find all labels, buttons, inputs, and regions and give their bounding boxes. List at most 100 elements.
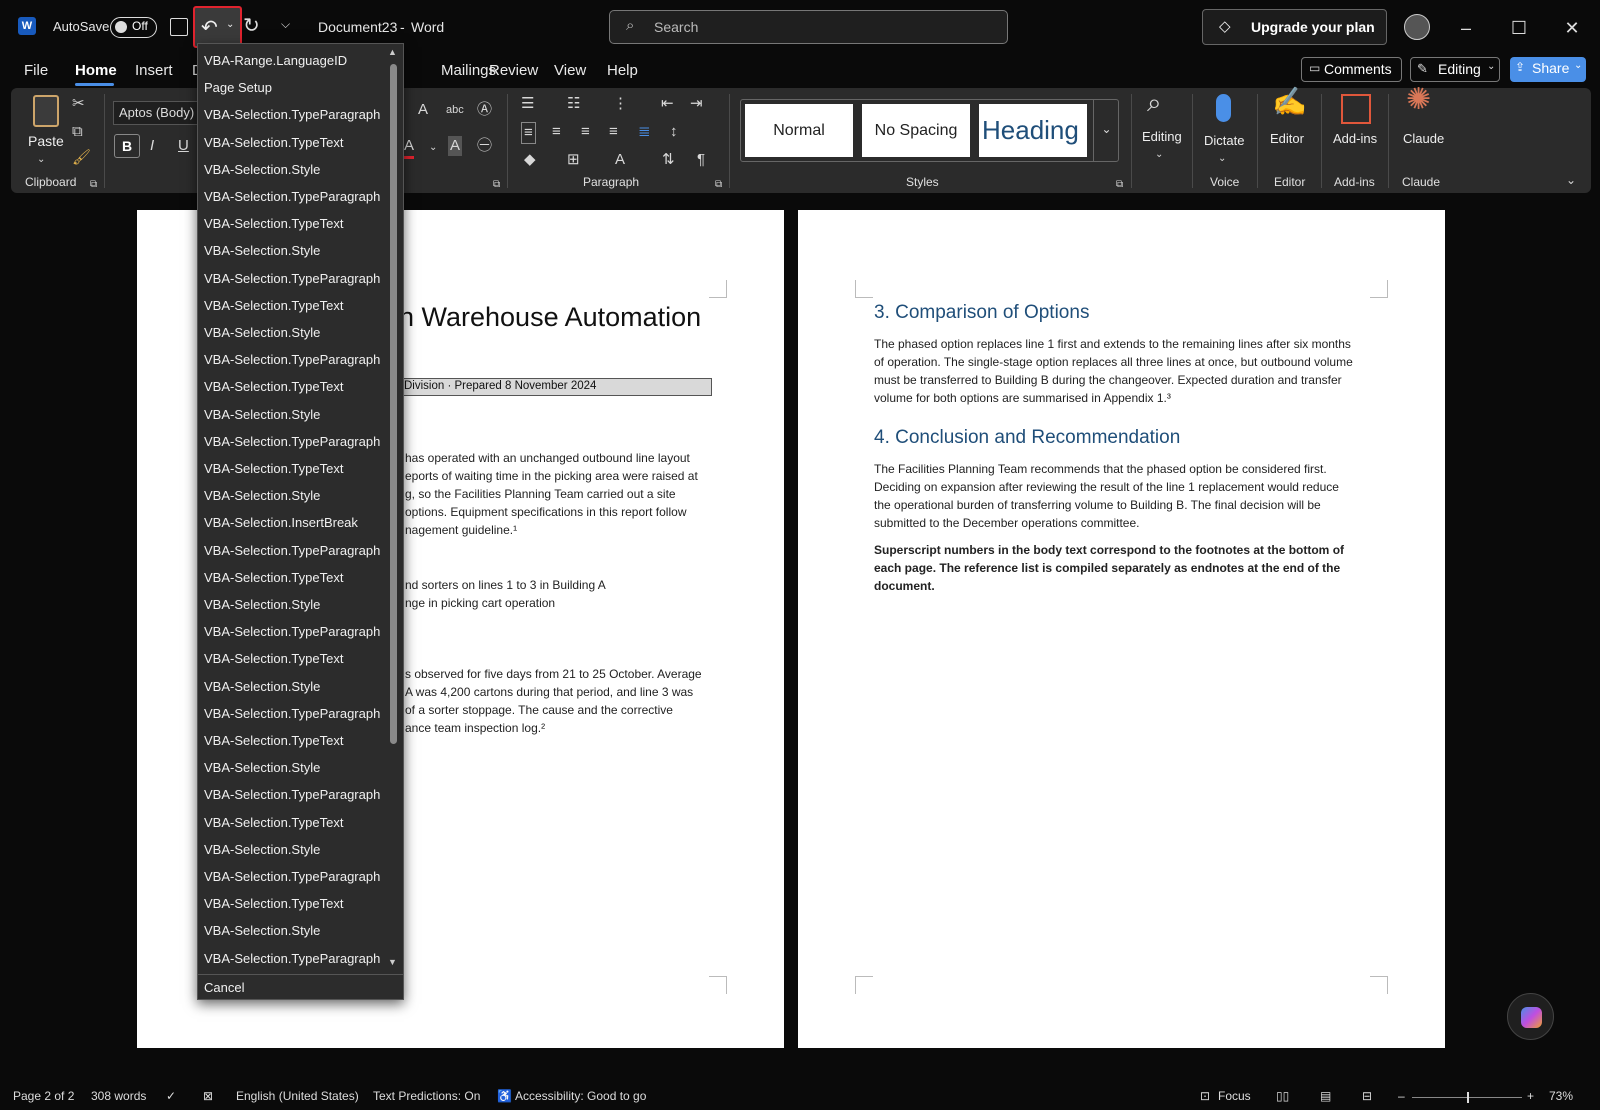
show-formatting-icon[interactable]: ¶	[697, 150, 705, 170]
undo-history-item[interactable]: VBA-Selection.TypeParagraph	[204, 786, 380, 804]
maximize-icon[interactable]: ☐	[1505, 14, 1533, 42]
microphone-icon[interactable]	[1216, 94, 1231, 122]
undo-history-item[interactable]: VBA-Selection.TypeText	[204, 215, 343, 233]
tab-help[interactable]: Help	[607, 60, 638, 82]
zoom-level[interactable]: 73%	[1549, 1089, 1573, 1103]
proofing-icon[interactable]: ✓	[166, 1089, 176, 1103]
customize-toolbar-icon[interactable]: ⌵	[281, 17, 290, 32]
italic-icon[interactable]: I	[150, 136, 154, 156]
addins-icon[interactable]	[1341, 94, 1371, 124]
zoom-in-icon[interactable]: +	[1527, 1089, 1534, 1103]
undo-history-item[interactable]: VBA-Selection.InsertBreak	[204, 514, 358, 532]
tab-file[interactable]: File	[24, 60, 48, 82]
decrease-indent-icon[interactable]: ⇤	[661, 94, 674, 114]
collapse-ribbon-icon[interactable]: ⌄	[1566, 170, 1576, 190]
copy-icon[interactable]: ⧉	[72, 122, 83, 142]
increase-indent-icon[interactable]: ⇥	[690, 94, 703, 114]
distributed-icon[interactable]: ≣	[638, 122, 651, 142]
tab-view[interactable]: View	[554, 60, 586, 82]
undo-history-item[interactable]: VBA-Selection.Style	[204, 759, 320, 777]
scrollbar[interactable]: ▲ ▼	[384, 44, 402, 974]
editor-icon[interactable]: ✍	[1272, 88, 1307, 116]
bold-button[interactable]: B	[114, 134, 140, 158]
undo-history-item[interactable]: VBA-Selection.TypeText	[204, 134, 343, 152]
font-color-icon[interactable]: A	[404, 136, 415, 159]
undo-history-item[interactable]: VBA-Selection.TypeParagraph	[204, 351, 380, 369]
chevron-down-icon[interactable]: ⌄	[1155, 145, 1163, 165]
language-status[interactable]: English (United States)	[236, 1089, 359, 1103]
paste-icon[interactable]	[33, 95, 59, 127]
word-count[interactable]: 308 words	[91, 1089, 146, 1103]
undo-history-item[interactable]: VBA-Range.LanguageID	[204, 52, 347, 70]
zoom-out-icon[interactable]: –	[1398, 1089, 1405, 1103]
scroll-down-icon[interactable]: ▼	[388, 957, 397, 967]
zoom-slider-thumb[interactable]	[1467, 1092, 1469, 1103]
undo-history-item[interactable]: VBA-Selection.TypeText	[204, 895, 343, 913]
addins-label[interactable]: Add-ins	[1333, 131, 1377, 146]
text-effects-icon[interactable]: A	[418, 100, 428, 120]
undo-history-item[interactable]: VBA-Selection.TypeParagraph	[204, 950, 380, 968]
undo-history-item[interactable]: VBA-Selection.TypeText	[204, 569, 343, 587]
claude-icon[interactable]: ✺	[1406, 85, 1431, 115]
chevron-down-icon[interactable]: ⌄	[1218, 149, 1226, 169]
undo-history-item[interactable]: VBA-Selection.Style	[204, 596, 320, 614]
underline-icon[interactable]: U	[178, 136, 189, 156]
undo-history-item[interactable]: VBA-Selection.Style	[204, 922, 320, 940]
undo-history-item[interactable]: VBA-Selection.TypeText	[204, 732, 343, 750]
save-icon[interactable]	[170, 18, 188, 36]
dialog-launcher-icon[interactable]: ⧉	[715, 175, 722, 195]
share-button[interactable]: ⇪ Share ⌄	[1510, 57, 1586, 82]
undo-history-item[interactable]: VBA-Selection.Style	[204, 242, 320, 260]
autosave-toggle[interactable]: Off	[110, 17, 157, 38]
redo-icon[interactable]: ↻	[243, 13, 260, 38]
chevron-down-icon[interactable]: ⌄	[429, 138, 437, 158]
borders-icon[interactable]: ⊞	[567, 150, 580, 170]
tab-mailings[interactable]: Mailings	[441, 60, 496, 82]
tab-review[interactable]: Review	[489, 60, 538, 82]
chevron-down-icon[interactable]: ⌄	[37, 150, 45, 170]
scrollbar-thumb[interactable]	[390, 64, 397, 744]
undo-history-item[interactable]: VBA-Selection.Style	[204, 678, 320, 696]
bullets-icon[interactable]: ☰	[521, 94, 534, 114]
macro-recording-icon[interactable]: ⊠	[203, 1089, 213, 1103]
undo-history-item[interactable]: VBA-Selection.Style	[204, 487, 320, 505]
format-painter-icon[interactable]: 🖌	[72, 148, 91, 168]
page-count[interactable]: Page 2 of 2	[13, 1089, 74, 1103]
paste-label[interactable]: Paste	[28, 133, 64, 149]
undo-history-item[interactable]: VBA-Selection.TypeText	[204, 297, 343, 315]
tab-insert[interactable]: Insert	[135, 60, 173, 82]
multilevel-list-icon[interactable]: ⋮	[613, 94, 628, 114]
enclose-characters-icon[interactable]: ㊀	[477, 136, 492, 156]
character-shading-icon[interactable]: A	[448, 136, 463, 156]
align-center-icon[interactable]: ≡	[552, 122, 561, 142]
zoom-slider[interactable]	[1412, 1092, 1522, 1103]
undo-history-item[interactable]: VBA-Selection.Style	[204, 841, 320, 859]
change-case-icon[interactable]: abc	[446, 100, 464, 120]
undo-history-item[interactable]: VBA-Selection.TypeParagraph	[204, 433, 380, 451]
style-heading-1[interactable]: Heading 1	[979, 104, 1087, 157]
editing-label[interactable]: Editing	[1142, 129, 1182, 144]
asian-layout-icon[interactable]: A	[615, 150, 625, 170]
justify-icon[interactable]: ≡	[609, 122, 618, 142]
cut-icon[interactable]: ✂	[72, 94, 85, 114]
undo-history-item[interactable]: VBA-Selection.TypeParagraph	[204, 868, 380, 886]
undo-history-item[interactable]: VBA-Selection.TypeParagraph	[204, 705, 380, 723]
text-predictions-status[interactable]: Text Predictions: On	[373, 1089, 480, 1103]
tab-home[interactable]: Home	[75, 60, 117, 82]
character-border-icon[interactable]: Ⓐ	[477, 100, 492, 120]
undo-history-item[interactable]: VBA-Selection.TypeText	[204, 650, 343, 668]
undo-button[interactable]: ↶ ⌄	[193, 6, 242, 48]
undo-history-item[interactable]: VBA-Selection.TypeParagraph	[204, 106, 380, 124]
upgrade-button[interactable]: ◇ Upgrade your plan	[1202, 9, 1387, 45]
search-box[interactable]: ⌕ Search	[609, 10, 1008, 44]
cancel-button[interactable]: Cancel	[204, 979, 244, 997]
close-icon[interactable]: ✕	[1558, 14, 1586, 42]
undo-history-item[interactable]: Page Setup	[204, 79, 272, 97]
styles-more-button[interactable]: ⌄	[1093, 99, 1119, 162]
undo-history-item[interactable]: VBA-Selection.TypeParagraph	[204, 270, 380, 288]
line-spacing-icon[interactable]: ↕	[670, 122, 678, 142]
font-name-box[interactable]: Aptos (Body)	[113, 101, 198, 125]
comments-button[interactable]: ▭ Comments	[1301, 57, 1402, 82]
undo-history-item[interactable]: VBA-Selection.TypeText	[204, 460, 343, 478]
web-layout-icon[interactable]: ⊟	[1362, 1089, 1372, 1103]
